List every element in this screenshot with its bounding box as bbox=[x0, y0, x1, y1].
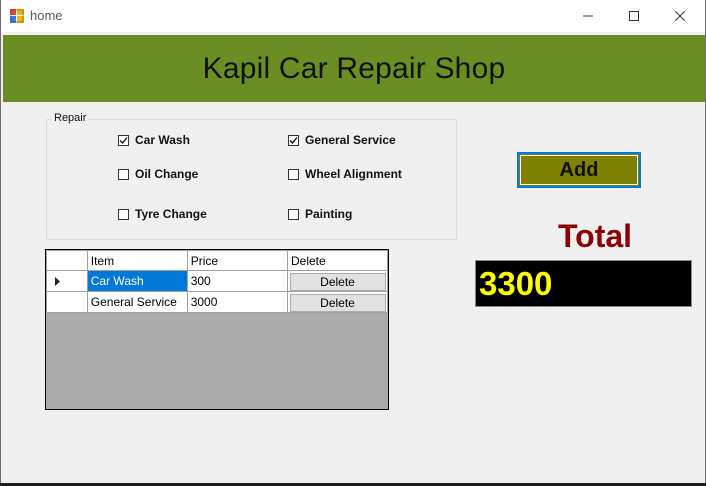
header-banner: Kapil Car Repair Shop bbox=[3, 35, 705, 102]
table-row[interactable]: General Service 3000 Delete bbox=[46, 291, 388, 313]
checkbox-box[interactable] bbox=[118, 168, 129, 180]
cell-item[interactable]: General Service bbox=[86, 291, 188, 313]
row-header[interactable] bbox=[46, 270, 88, 292]
checkbox-label: Tyre Change bbox=[135, 207, 207, 221]
checkbox-box[interactable] bbox=[118, 134, 129, 146]
maximize-icon bbox=[629, 11, 639, 21]
total-label: Total bbox=[557, 218, 633, 254]
close-button[interactable] bbox=[657, 0, 703, 32]
checkbox-label: Painting bbox=[305, 207, 353, 221]
checkmark-icon bbox=[119, 136, 128, 144]
maximize-button[interactable] bbox=[611, 0, 657, 32]
table-row[interactable]: Car Wash 300 Delete bbox=[46, 270, 388, 292]
minimize-icon bbox=[583, 15, 593, 17]
cell-price[interactable]: 300 bbox=[186, 270, 289, 292]
grid-header-row: Item Price Delete bbox=[46, 250, 388, 271]
cell-delete: Delete bbox=[287, 270, 388, 292]
close-icon bbox=[675, 11, 685, 21]
app-icon bbox=[10, 9, 24, 23]
window-title: home bbox=[30, 8, 63, 23]
checkbox-box[interactable] bbox=[288, 208, 299, 220]
checkbox-label: Wheel Alignment bbox=[305, 167, 402, 181]
current-row-arrow-icon bbox=[55, 276, 60, 286]
minimize-button[interactable] bbox=[565, 0, 611, 32]
checkbox-box[interactable] bbox=[288, 134, 299, 146]
checkbox-box[interactable] bbox=[288, 168, 299, 180]
column-header-price[interactable]: Price bbox=[186, 250, 289, 271]
delete-button[interactable]: Delete bbox=[289, 293, 386, 312]
total-value: 3300 bbox=[479, 264, 553, 302]
checkbox-oil-change[interactable]: Oil Change bbox=[118, 167, 198, 181]
shop-title: Kapil Car Repair Shop bbox=[202, 51, 506, 85]
checkbox-box[interactable] bbox=[118, 208, 129, 220]
checkbox-wheel-alignment[interactable]: Wheel Alignment bbox=[288, 167, 402, 181]
items-datagrid[interactable]: Item Price Delete Car Wash 300 Delete Ge… bbox=[45, 249, 389, 410]
add-button[interactable]: Add bbox=[517, 152, 641, 188]
checkbox-painting[interactable]: Painting bbox=[288, 207, 352, 221]
checkbox-car-wash[interactable]: Car Wash bbox=[118, 133, 190, 147]
app-window: home Kapil Car Repair Shop Repair Car Wa… bbox=[0, 0, 706, 486]
repair-group-legend: Repair bbox=[52, 112, 89, 124]
checkmark-icon bbox=[289, 136, 298, 144]
checkbox-label: Car Wash bbox=[135, 133, 190, 147]
add-button-label: Add bbox=[559, 158, 599, 181]
checkbox-label: General Service bbox=[305, 133, 396, 147]
title-bar[interactable]: home bbox=[1, 0, 705, 32]
cell-item[interactable]: Car Wash bbox=[86, 270, 188, 292]
checkbox-label: Oil Change bbox=[135, 167, 199, 181]
row-header[interactable] bbox=[46, 291, 88, 313]
delete-button[interactable]: Delete bbox=[289, 272, 386, 291]
cell-delete: Delete bbox=[287, 291, 388, 313]
column-header-delete[interactable]: Delete bbox=[287, 250, 388, 271]
checkbox-general-service[interactable]: General Service bbox=[288, 133, 396, 147]
cell-price[interactable]: 3000 bbox=[186, 291, 289, 313]
checkbox-tyre-change[interactable]: Tyre Change bbox=[118, 207, 207, 221]
column-header-item[interactable]: Item bbox=[86, 250, 188, 271]
total-display: 3300 bbox=[475, 260, 692, 307]
grid-corner-header bbox=[46, 250, 88, 271]
